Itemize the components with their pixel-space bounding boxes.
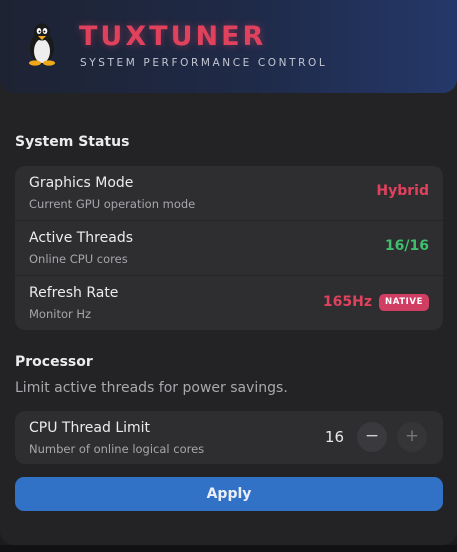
app-subtitle: SYSTEM PERFORMANCE CONTROL: [80, 57, 328, 69]
refresh-rate-row: Refresh Rate Monitor Hz 165Hz NATIVE: [15, 276, 443, 330]
system-status-heading: System Status: [15, 134, 130, 150]
graphics-mode-row: Graphics Mode Current GPU operation mode…: [15, 166, 443, 220]
processor-heading: Processor: [15, 354, 93, 370]
cpu-thread-limit-label: CPU Thread Limit: [29, 420, 151, 436]
app-window: TUXTUNER SYSTEM PERFORMANCE CONTROL Syst…: [0, 0, 457, 545]
increment-button[interactable]: +: [397, 422, 427, 452]
cpu-thread-limit-sub: Number of online logical cores: [29, 442, 205, 456]
active-threads-sub: Online CPU cores: [29, 252, 128, 266]
active-threads-label: Active Threads: [29, 230, 134, 246]
graphics-mode-label: Graphics Mode: [29, 175, 134, 191]
refresh-rate-sub: Monitor Hz: [29, 307, 92, 321]
tux-penguin-icon: [29, 23, 55, 66]
cpu-thread-limit-card: CPU Thread Limit Number of online logica…: [15, 411, 443, 464]
decrement-button[interactable]: −: [357, 422, 387, 452]
minus-icon: −: [364, 426, 380, 446]
header: TUXTUNER SYSTEM PERFORMANCE CONTROL: [0, 0, 457, 93]
active-threads-value: 16/16: [384, 238, 429, 254]
system-status-card: Graphics Mode Current GPU operation mode…: [15, 166, 443, 330]
processor-description: Limit active threads for power savings.: [15, 380, 288, 396]
app-title: TUXTUNER: [79, 21, 267, 52]
refresh-rate-label: Refresh Rate: [29, 285, 119, 301]
active-threads-row: Active Threads Online CPU cores 16/16: [15, 221, 443, 275]
native-badge: NATIVE: [379, 294, 429, 311]
refresh-rate-value: 165Hz: [322, 294, 372, 310]
apply-button[interactable]: Apply: [15, 477, 443, 511]
bottom-edge: [0, 545, 457, 552]
graphics-mode-value: Hybrid: [376, 183, 429, 199]
plus-icon: +: [404, 426, 420, 446]
cpu-thread-limit-value: 16: [324, 428, 344, 446]
graphics-mode-sub: Current GPU operation mode: [29, 197, 196, 211]
